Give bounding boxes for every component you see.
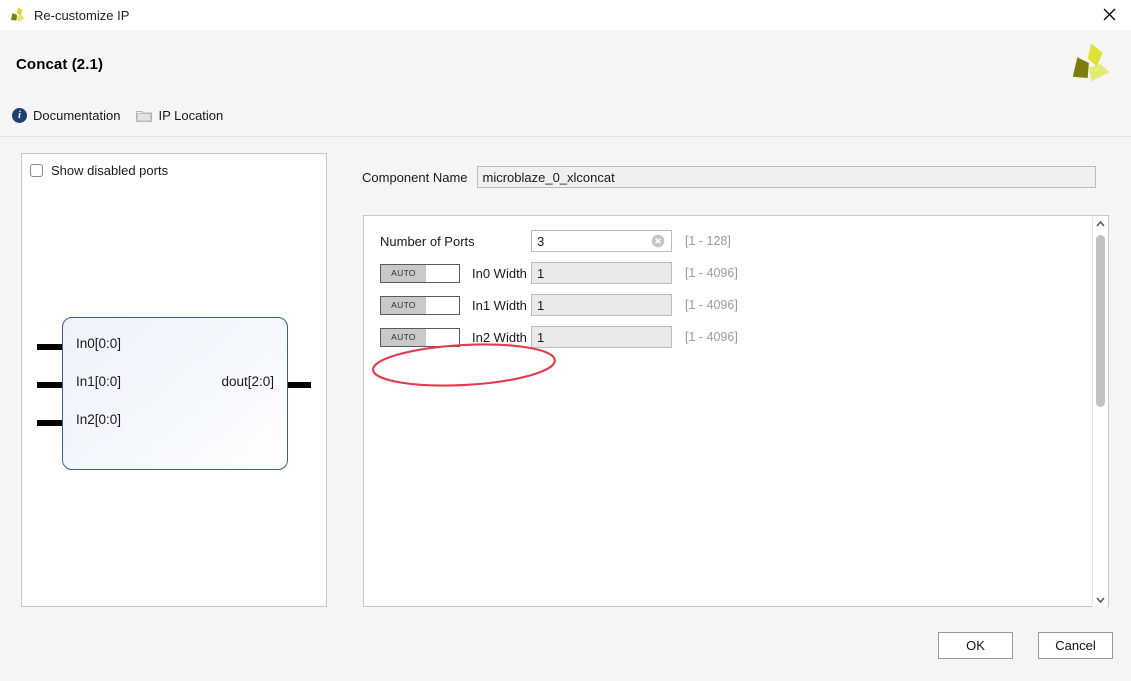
window-title-bar: Re-customize IP bbox=[0, 0, 1131, 31]
xilinx-logo-icon bbox=[1067, 40, 1113, 86]
dialog-body: Show disabled ports In0[0:0] In1[0:0] In… bbox=[0, 137, 1131, 681]
folder-icon bbox=[136, 109, 153, 122]
number-of-ports-label: Number of Ports bbox=[380, 233, 475, 249]
clear-circle-icon[interactable] bbox=[651, 234, 665, 248]
port-label-in0: In0[0:0] bbox=[76, 336, 122, 351]
port-label-in2: In2[0:0] bbox=[76, 412, 122, 427]
in1-auto-toggle[interactable]: AUTO bbox=[380, 295, 460, 315]
field-row-in1-width: AUTO In1 Width 1 [1 - 4096] bbox=[380, 293, 738, 317]
ip-parameters-box: Number of Ports 3 [1 - 128] AUTO In0 Wid… bbox=[363, 215, 1109, 607]
in0-width-range: [1 - 4096] bbox=[685, 266, 738, 280]
chevron-down-icon[interactable] bbox=[1093, 593, 1108, 607]
port-stub-in2 bbox=[37, 420, 63, 426]
field-row-in2-width: AUTO In2 Width 1 [1 - 4096] bbox=[380, 325, 738, 349]
window-title: Re-customize IP bbox=[34, 7, 130, 23]
in0-width-label: In0 Width bbox=[472, 265, 527, 281]
in2-width-label: In2 Width bbox=[472, 329, 527, 345]
in0-width-input[interactable]: 1 bbox=[531, 262, 672, 284]
dialog-header: Concat (2.1) i Documentation IP Location bbox=[0, 30, 1131, 137]
show-disabled-ports-checkbox[interactable]: Show disabled ports bbox=[30, 163, 168, 178]
close-icon[interactable] bbox=[1087, 0, 1131, 29]
in1-width-range: [1 - 4096] bbox=[685, 298, 738, 312]
field-row-in0-width: AUTO In0 Width 1 [1 - 4096] bbox=[380, 261, 738, 285]
cancel-button[interactable]: Cancel bbox=[1038, 632, 1113, 659]
port-label-in1: In1[0:0] bbox=[76, 374, 122, 389]
documentation-link-label: Documentation bbox=[33, 108, 121, 123]
port-label-dout: dout[2:0] bbox=[221, 374, 274, 389]
parameters-scrollbar[interactable] bbox=[1092, 217, 1107, 607]
component-name-input[interactable]: microblaze_0_xlconcat bbox=[476, 166, 1096, 188]
in2-auto-toggle[interactable]: AUTO bbox=[380, 327, 460, 347]
scrollbar-thumb[interactable] bbox=[1096, 235, 1105, 407]
in2-width-range: [1 - 4096] bbox=[685, 330, 738, 344]
number-of-ports-value: 3 bbox=[537, 233, 545, 249]
port-stub-in1 bbox=[37, 382, 63, 388]
info-icon: i bbox=[12, 108, 27, 123]
ip-block-symbol: In0[0:0] In1[0:0] In2[0:0] dout[2:0] bbox=[62, 317, 288, 470]
checkbox-box[interactable] bbox=[30, 164, 43, 177]
port-stub-in0 bbox=[37, 344, 63, 350]
component-name-label: Component Name bbox=[362, 169, 468, 185]
in2-width-input[interactable]: 1 bbox=[531, 326, 672, 348]
documentation-link[interactable]: i Documentation bbox=[12, 108, 120, 123]
ip-symbol-panel: Show disabled ports In0[0:0] In1[0:0] In… bbox=[21, 153, 327, 607]
ip-location-link[interactable]: IP Location bbox=[136, 108, 223, 123]
in1-width-input[interactable]: 1 bbox=[531, 294, 672, 316]
in0-auto-toggle[interactable]: AUTO bbox=[380, 263, 460, 283]
in1-auto-label: AUTO bbox=[381, 296, 426, 314]
ok-button[interactable]: OK bbox=[938, 632, 1013, 659]
ip-location-link-label: IP Location bbox=[158, 108, 224, 123]
show-disabled-ports-label: Show disabled ports bbox=[51, 163, 169, 178]
port-stub-dout bbox=[287, 382, 311, 388]
ip-config-panel: Component Name microblaze_0_xlconcat Num… bbox=[362, 153, 1110, 607]
in0-auto-label: AUTO bbox=[381, 264, 426, 282]
component-name-row: Component Name microblaze_0_xlconcat bbox=[362, 166, 1096, 188]
chevron-up-icon[interactable] bbox=[1093, 217, 1108, 231]
header-links: i Documentation IP Location bbox=[12, 108, 223, 123]
field-row-number-of-ports: Number of Ports 3 [1 - 128] bbox=[380, 229, 731, 253]
xilinx-logo-icon bbox=[8, 5, 28, 25]
in2-auto-label: AUTO bbox=[381, 328, 426, 346]
in1-width-label: In1 Width bbox=[472, 297, 527, 313]
number-of-ports-range: [1 - 128] bbox=[685, 234, 731, 248]
dialog-footer: OK Cancel bbox=[938, 632, 1113, 659]
page-title: Concat (2.1) bbox=[16, 56, 104, 73]
number-of-ports-input[interactable]: 3 bbox=[531, 230, 672, 252]
